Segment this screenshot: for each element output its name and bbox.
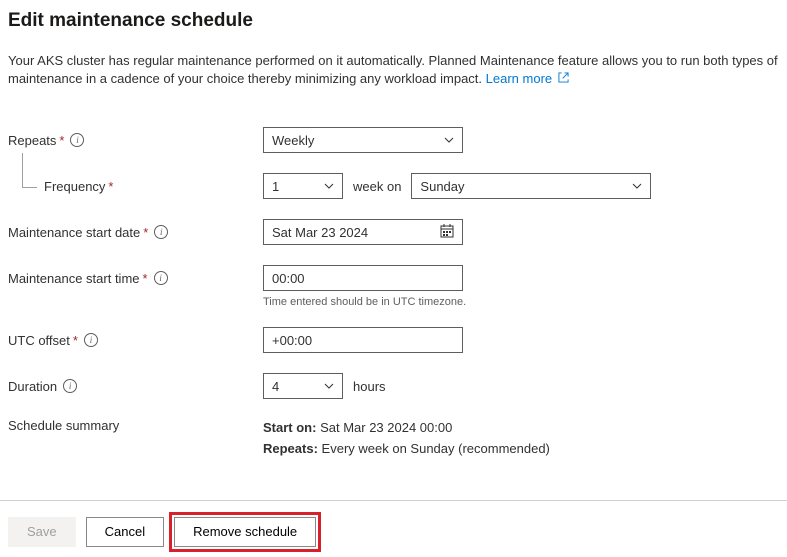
start-time-helper: Time entered should be in UTC timezone.	[263, 296, 779, 308]
required-indicator: *	[143, 271, 148, 286]
frequency-day-value: Sunday	[420, 179, 464, 194]
learn-more-link[interactable]: Learn more	[486, 71, 552, 86]
info-icon[interactable]: i	[154, 225, 168, 239]
calendar-icon[interactable]	[440, 224, 454, 241]
description-text: Your AKS cluster has regular maintenance…	[8, 53, 778, 86]
frequency-label: Frequency	[44, 179, 105, 194]
duration-unit: hours	[353, 379, 386, 394]
info-icon[interactable]: i	[70, 133, 84, 147]
summary-start-value: Sat Mar 23 2024 00:00	[320, 420, 452, 435]
duration-value: 4	[272, 379, 279, 394]
repeats-label: Repeats	[8, 133, 56, 148]
chevron-down-icon	[324, 381, 334, 391]
utc-offset-input[interactable]: +00:00	[263, 327, 463, 353]
summary-repeats-value: Every week on Sunday (recommended)	[322, 441, 550, 456]
frequency-day-select[interactable]: Sunday	[411, 173, 651, 199]
info-icon[interactable]: i	[63, 379, 77, 393]
start-date-label: Maintenance start date	[8, 225, 140, 240]
chevron-down-icon	[324, 181, 334, 191]
page-description: Your AKS cluster has regular maintenance…	[8, 52, 779, 88]
info-icon[interactable]: i	[154, 271, 168, 285]
external-link-icon	[558, 70, 569, 88]
start-time-input[interactable]: 00:00	[263, 265, 463, 291]
divider	[0, 500, 787, 501]
frequency-interval-value: 1	[272, 179, 279, 194]
repeats-select[interactable]: Weekly	[263, 127, 463, 153]
schedule-summary: Start on: Sat Mar 23 2024 00:00 Repeats:…	[263, 418, 550, 460]
summary-start-label: Start on:	[263, 420, 316, 435]
info-icon[interactable]: i	[84, 333, 98, 347]
frequency-mid-text: week on	[353, 179, 401, 194]
page-title: Edit maintenance schedule	[8, 10, 779, 32]
required-indicator: *	[73, 333, 78, 348]
start-date-value: Sat Mar 23 2024	[272, 225, 368, 240]
start-date-input[interactable]: Sat Mar 23 2024	[263, 219, 463, 245]
duration-select[interactable]: 4	[263, 373, 343, 399]
summary-repeats-label: Repeats:	[263, 441, 318, 456]
repeats-value: Weekly	[272, 133, 314, 148]
frequency-interval-select[interactable]: 1	[263, 173, 343, 199]
required-indicator: *	[108, 179, 113, 194]
utc-offset-label: UTC offset	[8, 333, 70, 348]
start-time-value: 00:00	[272, 271, 305, 286]
utc-offset-value: +00:00	[272, 333, 312, 348]
summary-label: Schedule summary	[8, 418, 119, 433]
chevron-down-icon	[444, 135, 454, 145]
chevron-down-icon	[632, 181, 642, 191]
required-indicator: *	[59, 133, 64, 148]
start-time-label: Maintenance start time	[8, 271, 140, 286]
required-indicator: *	[143, 225, 148, 240]
duration-label: Duration	[8, 379, 57, 394]
